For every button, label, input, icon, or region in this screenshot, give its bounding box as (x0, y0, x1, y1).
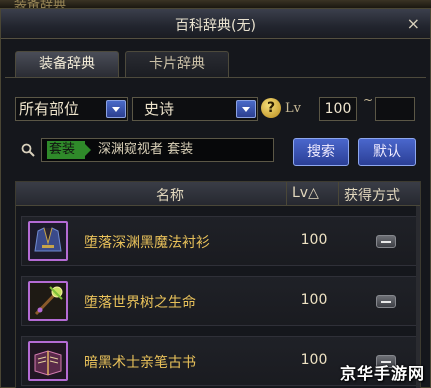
column-divider (338, 182, 339, 206)
background-strip: 装备辞典 (0, 0, 431, 12)
book-icon (28, 341, 68, 381)
level-max-input[interactable] (375, 97, 415, 121)
chevron-down-icon[interactable] (106, 100, 126, 118)
robe-icon (28, 221, 68, 261)
table-row[interactable]: 堕落世界树之生命 100 (21, 276, 417, 326)
rarity-select[interactable]: 史诗 (132, 97, 258, 121)
item-level: 100 (300, 352, 328, 368)
table-header: 名称 Lv△ 获得方式 (16, 182, 420, 206)
level-label: Lv (285, 101, 301, 116)
column-header-obtain[interactable]: 获得方式 (344, 185, 400, 205)
search-query: 深渊窥视者 套装 (98, 142, 194, 157)
window-title: 百科辞典(无) (175, 18, 256, 34)
column-header-name[interactable]: 名称 (156, 185, 184, 205)
item-level: 100 (300, 292, 328, 308)
item-table: 名称 Lv△ 获得方式 堕落深渊黑魔法衬衫 100 堕落世界树之生命 100 暗… (15, 181, 421, 388)
help-icon[interactable]: ? (261, 98, 281, 118)
column-header-level[interactable]: Lv△ (292, 185, 319, 201)
item-name: 暗黑术士亲笔古书 (84, 355, 196, 371)
tab-card-dictionary[interactable]: 卡片辞典 (125, 51, 229, 77)
column-divider (286, 182, 287, 206)
staff-icon (28, 281, 68, 321)
default-button[interactable]: 默认 (358, 138, 416, 166)
table-row[interactable]: 堕落深渊黑魔法衬衫 100 (21, 216, 417, 266)
part-select[interactable]: 所有部位 (15, 97, 128, 121)
tab-equipment-dictionary[interactable]: 装备辞典 (15, 51, 119, 77)
close-icon[interactable]: × (407, 14, 420, 33)
part-select-value: 所有部位 (19, 100, 80, 118)
level-range-separator: ~ (363, 93, 374, 107)
level-min-input[interactable]: 100 (319, 97, 357, 121)
watermark-logo: 京华手游网 (339, 364, 425, 383)
rarity-select-value: 史诗 (144, 100, 175, 118)
set-tag: 套装 (47, 141, 91, 159)
obtain-method-button[interactable] (376, 235, 396, 248)
item-name: 堕落世界树之生命 (84, 295, 196, 311)
item-name: 堕落深渊黑魔法衬衫 (84, 235, 210, 251)
item-level: 100 (300, 232, 328, 248)
search-button[interactable]: 搜索 (293, 138, 349, 166)
obtain-method-button[interactable] (376, 295, 396, 308)
encyclopedia-window: 百科辞典(无) × 装备辞典 卡片辞典 所有部位 史诗 ? Lv 100 ~ 套… (0, 8, 431, 388)
title-bar[interactable]: 百科辞典(无) × (1, 9, 430, 39)
tab-divider (5, 77, 426, 78)
chevron-down-icon[interactable] (236, 100, 256, 118)
search-icon (21, 143, 35, 157)
search-input[interactable]: 套装 深渊窥视者 套装 (41, 138, 274, 162)
